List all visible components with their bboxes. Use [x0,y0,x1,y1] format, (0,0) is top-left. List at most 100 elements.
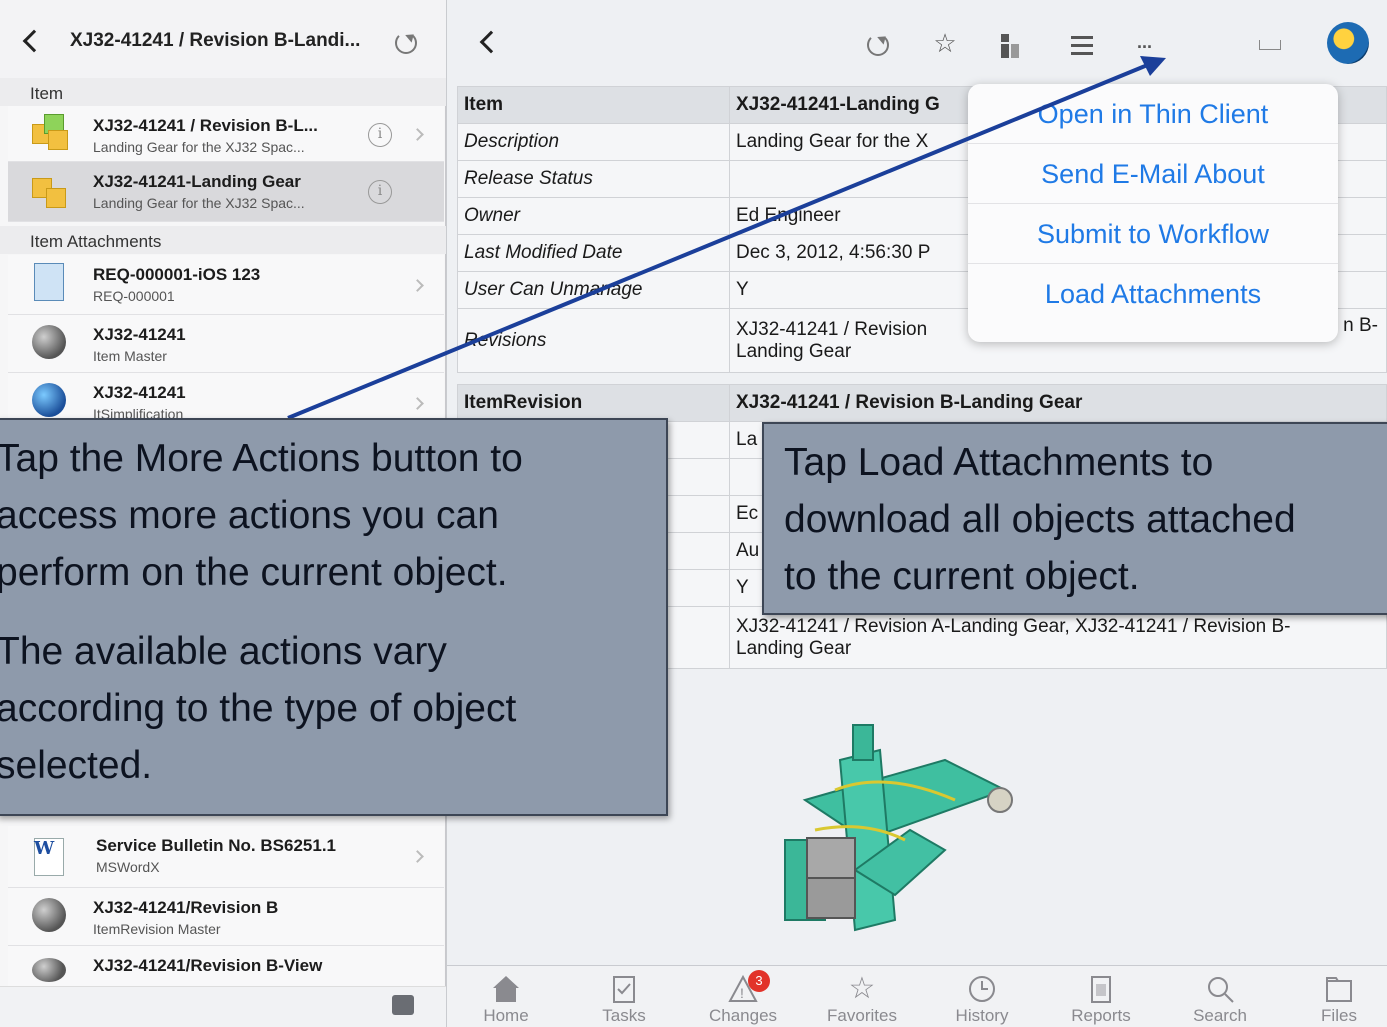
list-item-attachment[interactable]: XJ32-41241/Revision B ItemRevision Maste… [8,888,444,946]
table-row: ItemRevision XJ32-41241 / Revision B-Lan… [457,384,1387,422]
property-key: Owner [457,197,730,235]
chevron-right-icon [411,279,424,292]
info-icon[interactable]: i [368,123,392,147]
property-value-revisions: XJ32-41241 / Revision A-Landing Gear, XJ… [729,606,1387,669]
callout-line: Tap Load Attachments to [784,441,1214,484]
property-key: User Can Unmanage [457,271,730,309]
attachment-title: Service Bulletin No. BS6251.1 [96,836,336,855]
list-item-item-selected[interactable]: XJ32-41241-Landing Gear Landing Gear for… [8,162,444,222]
menu-item-load-attachments[interactable]: Load Attachments [968,264,1338,324]
right-navbar: ☆ ... [447,0,1387,78]
attachment-title: REQ-000001-iOS 123 [93,265,261,284]
list-item-attachment[interactable]: XJ32-41241/Revision B-View [8,946,444,986]
attachment-title: XJ32-41241 [93,383,186,402]
tasks-icon [609,974,639,1004]
chevron-right-icon [411,397,424,410]
tab-label: Favorites [827,1006,897,1025]
callout-line: selected. [0,744,153,787]
callout-more-actions: Tap the More Actions button to access mo… [0,418,668,816]
folder-icon [1324,974,1354,1004]
tab-search[interactable]: Search [1161,966,1279,1027]
list-item-revision[interactable]: XJ32-41241 / Revision B-L... Landing Gea… [8,106,444,162]
section-header-item: Item [0,78,446,106]
tab-changes[interactable]: ! 3 Changes [684,966,802,1027]
menu-item-submit-workflow[interactable]: Submit to Workflow [968,204,1338,264]
property-key: Description [457,123,730,161]
tab-label: Home [483,1006,529,1025]
chevron-right-icon [411,850,424,863]
item-revision-master-icon [30,896,72,936]
tab-favorites[interactable]: ☆ Favorites [803,966,921,1027]
tab-files[interactable]: Files [1280,966,1387,1027]
refresh-icon[interactable] [867,34,889,56]
callout-line: The available actions vary [0,630,447,673]
changes-badge: 3 [748,970,770,992]
callout-line: download all objects attached [784,498,1296,541]
tab-label: Reports [1071,1006,1131,1025]
revisions-line-2: Landing Gear [736,637,852,659]
menu-item-open-thin-client[interactable]: Open in Thin Client [968,84,1338,144]
list-item-attachment[interactable]: XJ32-41241 Item Master [8,315,444,373]
left-footer [0,986,446,1027]
more-actions-icon[interactable]: ... [1137,32,1152,53]
tab-label: Changes [708,1006,778,1025]
item-subtitle: Landing Gear for the XJ32 Spac... [93,195,305,211]
attachment-title: XJ32-41241/Revision B [93,898,279,917]
item-master-icon [30,323,72,363]
callout-line: perform on the current object. [0,551,508,594]
reports-icon [1086,974,1116,1004]
list-icon[interactable] [1071,36,1093,56]
list-item-attachment[interactable]: XJ32-41241 ItSimplification [8,373,444,423]
tab-label: Tasks [602,1006,646,1025]
callout-line: Tap the More Actions button to [0,437,523,480]
requirement-icon [30,263,72,303]
revisions-tail: n B- [1343,315,1378,336]
tab-reports[interactable]: Reports [1042,966,1160,1027]
back-chevron-icon[interactable] [22,29,46,53]
compose-icon[interactable] [392,995,414,1015]
tab-label: History [955,1006,1009,1025]
left-navbar: XJ32-41241 / Revision B-Landi... [0,0,446,78]
search-icon [1205,974,1235,1004]
star-icon: ☆ [848,972,876,1005]
menu-item-send-email[interactable]: Send E-Mail About [968,144,1338,204]
landing-gear-model-image[interactable] [745,720,1025,970]
callout-line: to the current object. [784,555,1140,598]
callout-load-attachments: Tap Load Attachments to download all obj… [762,422,1387,615]
property-key: ItemRevision [457,384,730,422]
clock-icon [967,974,997,1004]
ruler-icon[interactable] [1259,40,1281,50]
item-title: XJ32-41241 / Revision B-L... [93,116,318,135]
tab-tasks[interactable]: Tasks [565,966,683,1027]
left-panel-title: XJ32-41241 / Revision B-Landi... [70,30,361,51]
attachment-subtitle: Item Master [93,348,167,364]
word-document-icon: W [30,834,72,876]
star-icon[interactable]: ☆ [927,28,963,59]
revision-cube-icon [30,114,72,154]
tab-label: Search [1193,1006,1247,1025]
item-subtitle: Landing Gear for the XJ32 Spac... [93,139,305,155]
attachment-title: XJ32-41241 [93,325,186,344]
section-header-attachments: Item Attachments [0,226,446,254]
tab-home[interactable]: Home [447,966,565,1027]
property-key: Revisions [457,308,730,373]
svg-text:!: ! [740,985,744,1001]
simplification-icon [30,381,72,421]
list-item-attachment[interactable]: W Service Bulletin No. BS6251.1 MSWordX [8,826,444,888]
back-chevron-icon[interactable] [479,30,503,54]
refresh-icon[interactable] [395,32,417,54]
item-title: XJ32-41241-Landing Gear [93,172,301,191]
property-key: Release Status [457,160,730,198]
attachment-subtitle: MSWordX [96,859,160,875]
revisions-line-1: XJ32-41241 / Revision A-Landing Gear, XJ… [736,615,1291,637]
chevron-right-icon [411,128,424,141]
info-icon[interactable]: i [368,180,392,204]
attachment-subtitle: ItemRevision Master [93,921,221,937]
attachment-title: XJ32-41241/Revision B-View [93,956,323,975]
app-logo-icon [1327,22,1369,64]
tab-history[interactable]: History [923,966,1041,1027]
structure-icon[interactable] [999,34,1021,58]
list-item-attachment[interactable]: REQ-000001-iOS 123 REQ-000001 [8,255,444,315]
tab-label: Files [1321,1006,1357,1025]
callout-line: access more actions you can [0,494,499,537]
